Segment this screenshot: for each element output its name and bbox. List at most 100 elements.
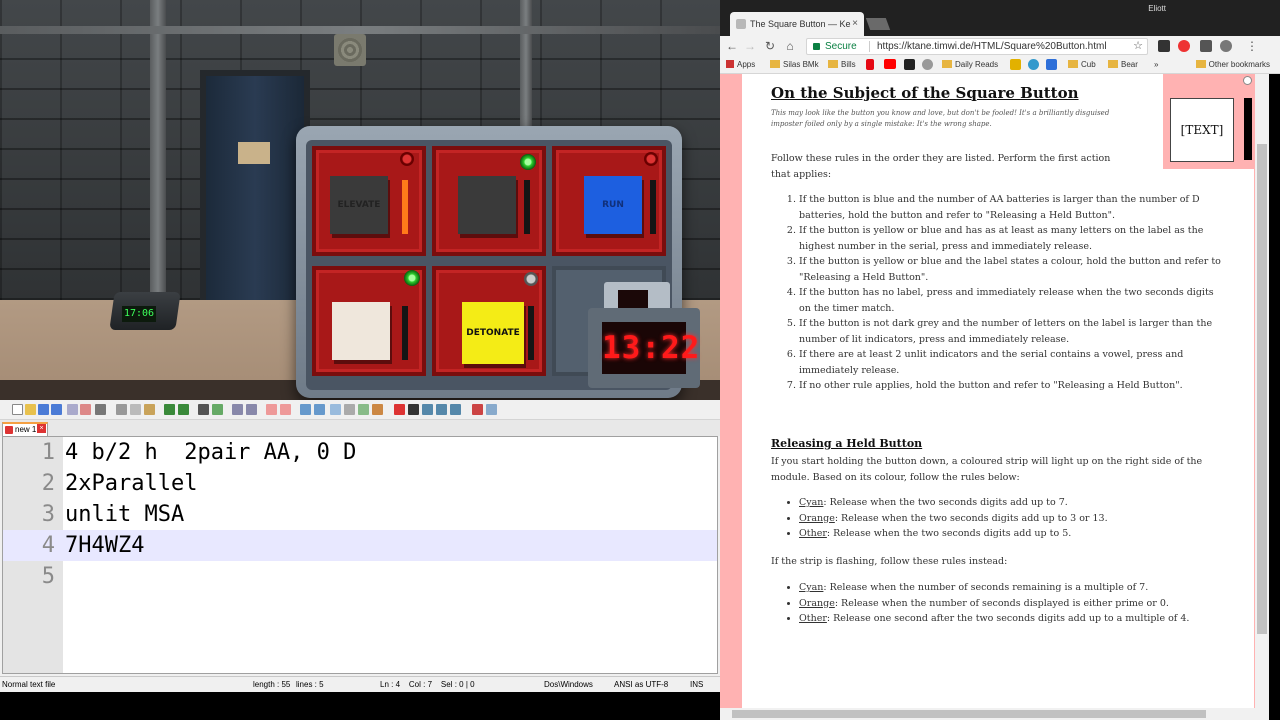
square-button-module-5[interactable]: DETONATE: [432, 266, 546, 376]
editor-line[interactable]: 2 2xParallel: [3, 468, 717, 499]
tab-new-1[interactable]: new 1 ×: [2, 422, 48, 436]
module-button[interactable]: RUN: [584, 176, 642, 234]
close-tab-icon[interactable]: ×: [852, 12, 858, 36]
line-text[interactable]: 2xParallel: [65, 468, 197, 499]
extension-lightning-icon[interactable]: [1158, 40, 1170, 52]
line-text[interactable]: unlit MSA: [65, 499, 184, 530]
replace-icon[interactable]: [212, 404, 223, 415]
bookmark-bills[interactable]: Bills: [828, 60, 856, 69]
square-button-module-4[interactable]: [312, 266, 426, 376]
new-tab-button[interactable]: [865, 18, 891, 30]
editor-line[interactable]: 5: [3, 561, 717, 592]
module-button[interactable]: [458, 176, 516, 234]
pipe: [520, 0, 532, 130]
show-all-chars-icon[interactable]: [314, 404, 325, 415]
toolbar: ← → ↻ ⌂ Secure https://ktane.timwi.de/HT…: [720, 36, 1280, 56]
vertical-scrollbar[interactable]: [1255, 74, 1269, 708]
module-button[interactable]: [332, 302, 390, 360]
module-button[interactable]: ELEVATE: [330, 176, 388, 234]
bomb[interactable]: ELEVATE RUN DETONATE 13:22: [296, 126, 700, 398]
module-button[interactable]: DETONATE: [462, 302, 524, 364]
save-macro-icon[interactable]: [450, 404, 461, 415]
bookmark-silas[interactable]: Silas BMk: [770, 60, 819, 69]
profile-name[interactable]: Eliott: [1148, 4, 1166, 13]
forward-arrow-icon[interactable]: →: [742, 38, 758, 54]
save-icon[interactable]: [38, 404, 49, 415]
line-text[interactable]: 7H4WZ4: [65, 530, 144, 561]
play-macro-icon[interactable]: [422, 404, 433, 415]
open-file-icon[interactable]: [25, 404, 36, 415]
square-button-module-2[interactable]: [432, 146, 546, 256]
find-icon[interactable]: [198, 404, 209, 415]
reload-icon[interactable]: ↻: [762, 38, 778, 54]
record-macro-icon[interactable]: [394, 404, 405, 415]
adblock-icon[interactable]: [1178, 40, 1190, 52]
editor-line[interactable]: 3 unlit MSA: [3, 499, 717, 530]
bookmark-bear[interactable]: Bear: [1108, 60, 1138, 69]
paste-icon[interactable]: [144, 404, 155, 415]
page-favicon-icon: [736, 19, 746, 29]
status-eol: Dos\Windows: [544, 680, 593, 689]
indent-guide-icon[interactable]: [330, 404, 341, 415]
spell-check-icon[interactable]: [472, 404, 483, 415]
sync-horizontal-icon[interactable]: [280, 404, 291, 415]
doc-map-icon[interactable]: [344, 404, 355, 415]
browser-tab[interactable]: The Square Button — Ke ×: [730, 12, 864, 36]
game-viewport[interactable]: 17:06 ELEVATE RUN DETONATE 13:22: [0, 0, 720, 400]
copy-icon[interactable]: [130, 404, 141, 415]
line-text[interactable]: 4 b/2 h 2pair AA, 0 D: [65, 437, 356, 468]
other-bookmarks[interactable]: Other bookmarks: [1195, 60, 1270, 69]
new-file-icon[interactable]: [12, 404, 23, 415]
square-button-module-3[interactable]: RUN: [552, 146, 666, 256]
word-wrap-icon[interactable]: [300, 404, 311, 415]
bookmarks-overflow-icon[interactable]: »: [1154, 60, 1158, 69]
print-icon[interactable]: [95, 404, 106, 415]
follow-text: Follow these rules in the order they are…: [771, 153, 1111, 180]
warning-icon[interactable]: [1010, 59, 1021, 70]
rule-text: : Release when the two seconds digits ad…: [834, 512, 1108, 524]
horizontal-scrollbar[interactable]: [720, 708, 1269, 720]
bookmark-label: Other bookmarks: [1208, 60, 1270, 69]
grid-extension-icon[interactable]: [1200, 40, 1212, 52]
zoom-in-icon[interactable]: [232, 404, 243, 415]
function-list-icon[interactable]: [358, 404, 369, 415]
close-all-icon[interactable]: [80, 404, 91, 415]
undo-icon[interactable]: [164, 404, 175, 415]
close-file-icon[interactable]: [67, 404, 78, 415]
home-icon[interactable]: ⌂: [782, 38, 798, 54]
plugin-icon[interactable]: [486, 404, 497, 415]
text-editor[interactable]: 1 4 b/2 h 2pair AA, 0 D 2 2xParallel 3 u…: [2, 436, 718, 674]
solved-led: [520, 154, 536, 170]
imdb-icon[interactable]: [904, 59, 915, 70]
paypal-icon[interactable]: [1046, 59, 1057, 70]
save-all-icon[interactable]: [51, 404, 62, 415]
back-arrow-icon[interactable]: ←: [724, 38, 740, 54]
url-text[interactable]: https://ktane.timwi.de/HTML/Square%20But…: [877, 39, 1107, 54]
editor-line-current[interactable]: 4 7H4WZ4: [3, 530, 717, 561]
cut-icon[interactable]: [116, 404, 127, 415]
bookmark-daily-reads[interactable]: Daily Reads: [942, 60, 998, 69]
stop-macro-icon[interactable]: [408, 404, 419, 415]
square-button-module-1[interactable]: ELEVATE: [312, 146, 426, 256]
run-macro-multiple-icon[interactable]: [436, 404, 447, 415]
reddit-icon[interactable]: [922, 59, 933, 70]
scroll-thumb[interactable]: [732, 710, 1206, 718]
bookmark-cub[interactable]: Cub: [1068, 60, 1096, 69]
folder-workspace-icon[interactable]: [372, 404, 383, 415]
redo-icon[interactable]: [178, 404, 189, 415]
address-bar[interactable]: Secure https://ktane.timwi.de/HTML/Squar…: [806, 38, 1148, 55]
editor-line[interactable]: 1 4 b/2 h 2pair AA, 0 D: [3, 437, 717, 468]
sync-extension-icon[interactable]: [1220, 40, 1232, 52]
close-tab-icon[interactable]: ×: [37, 424, 46, 433]
zoom-out-icon[interactable]: [246, 404, 257, 415]
manual-page[interactable]: On the Subject of the Square Button This…: [720, 74, 1280, 708]
menu-icon[interactable]: ⋮: [1244, 38, 1260, 54]
bookmark-star-icon[interactable]: ☆: [1133, 39, 1143, 54]
youtube-icon[interactable]: [884, 59, 896, 69]
scroll-thumb[interactable]: [1257, 144, 1267, 634]
bookmark-icon[interactable]: [1028, 59, 1039, 70]
sync-vertical-icon[interactable]: [266, 404, 277, 415]
bookmark-apps[interactable]: Apps: [726, 60, 755, 69]
chrome-title-bar: The Square Button — Ke × Eliott: [720, 0, 1280, 36]
netflix-icon[interactable]: [866, 59, 874, 70]
